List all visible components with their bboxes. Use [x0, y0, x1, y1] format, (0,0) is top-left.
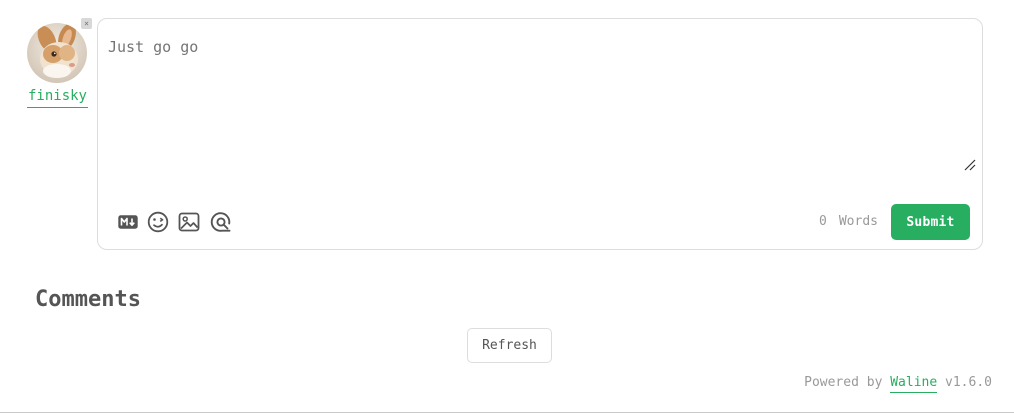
markdown-icon[interactable] [116, 210, 140, 234]
word-info: 0 Words [819, 214, 878, 230]
refresh-button[interactable]: Refresh [467, 328, 552, 363]
powered-prefix: Powered by [804, 375, 883, 390]
emoji-icon[interactable] [146, 210, 170, 234]
powered-by: Powered by Waline v1.6.0 [804, 374, 992, 393]
logout-button[interactable]: × [81, 18, 92, 29]
username-link[interactable]: finisky [27, 87, 88, 108]
comments-title: Comments [35, 287, 141, 312]
preview-icon[interactable] [209, 210, 233, 234]
avatar[interactable] [27, 23, 87, 83]
submit-button[interactable]: Submit [891, 204, 970, 240]
waline-link[interactable]: Waline [890, 375, 938, 393]
resize-handle-icon[interactable] [964, 159, 976, 171]
image-icon[interactable] [177, 210, 201, 234]
words-label: Words [838, 214, 878, 229]
comment-textarea[interactable] [108, 36, 974, 188]
rabbit-avatar-icon [27, 23, 87, 83]
version-label: v1.6.0 [945, 375, 992, 390]
comment-widget: × finisky Just go go 0 Words Submit Comm… [0, 0, 1014, 413]
word-count: 0 [819, 214, 827, 229]
comment-panel: 0 Words Submit [97, 18, 983, 250]
